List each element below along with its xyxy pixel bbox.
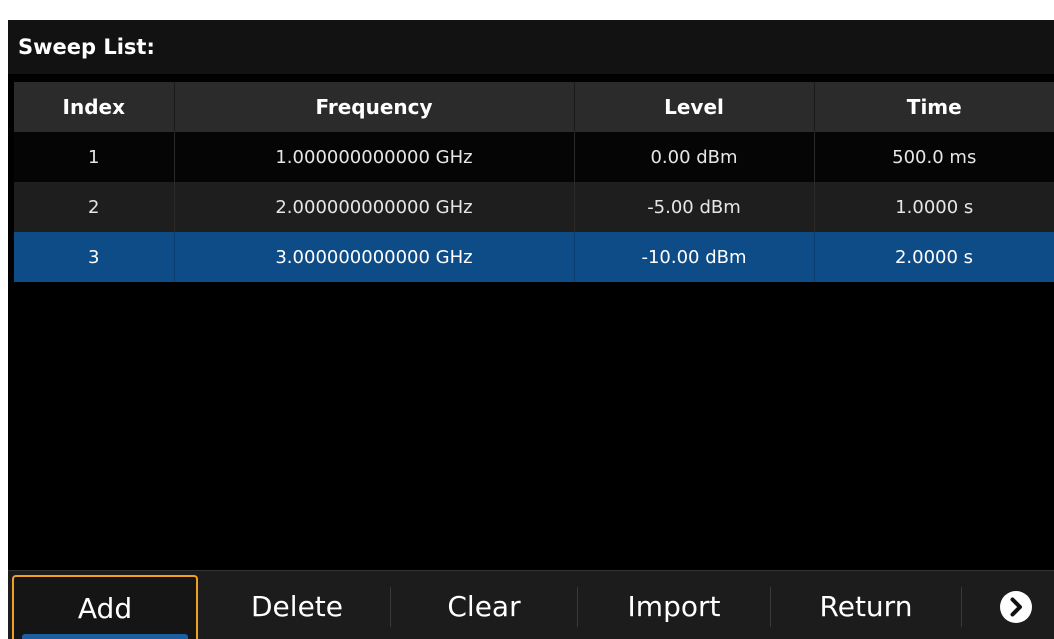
cell-frequency[interactable]: 1.000000000000 GHz xyxy=(174,132,575,182)
cell-time[interactable]: 1.0000 s xyxy=(814,182,1054,232)
page-title: Sweep List: xyxy=(8,20,1054,74)
cell-index[interactable]: 3 xyxy=(14,232,175,282)
column-header-index[interactable]: Index xyxy=(14,82,175,132)
delete-button[interactable]: Delete xyxy=(204,575,390,639)
table-row[interactable]: 1 1.000000000000 GHz 0.00 dBm 500.0 ms xyxy=(14,132,1054,182)
table-row-selected[interactable]: 3 3.000000000000 GHz -10.00 dBm 2.0000 s xyxy=(14,232,1054,282)
column-header-frequency[interactable]: Frequency xyxy=(174,82,575,132)
cell-level[interactable]: -5.00 dBm xyxy=(574,182,815,232)
sweep-list-screen: Sweep List: Index Frequency Level Time 1… xyxy=(8,20,1054,639)
softkey-bar: Add Delete Clear Import Return xyxy=(8,570,1054,639)
table-header-row: Index Frequency Level Time xyxy=(14,82,1054,132)
cell-index[interactable]: 2 xyxy=(14,182,175,232)
sweep-list-table: Index Frequency Level Time 1 1.000000000… xyxy=(14,82,1054,282)
column-header-time[interactable]: Time xyxy=(814,82,1054,132)
cell-frequency[interactable]: 3.000000000000 GHz xyxy=(174,232,575,282)
cell-index[interactable]: 1 xyxy=(14,132,175,182)
softkey-divider xyxy=(961,587,962,627)
table-row[interactable]: 2 2.000000000000 GHz -5.00 dBm 1.0000 s xyxy=(14,182,1054,232)
cell-time[interactable]: 2.0000 s xyxy=(814,232,1054,282)
column-header-level[interactable]: Level xyxy=(574,82,815,132)
add-button[interactable]: Add xyxy=(12,575,198,639)
cell-level[interactable]: 0.00 dBm xyxy=(574,132,815,182)
import-button[interactable]: Import xyxy=(578,575,770,639)
cell-level[interactable]: -10.00 dBm xyxy=(574,232,815,282)
cell-frequency[interactable]: 2.000000000000 GHz xyxy=(174,182,575,232)
clear-button[interactable]: Clear xyxy=(391,575,577,639)
chevron-right-circle-icon[interactable] xyxy=(1000,591,1032,623)
cell-time[interactable]: 500.0 ms xyxy=(814,132,1054,182)
return-button[interactable]: Return xyxy=(771,575,961,639)
